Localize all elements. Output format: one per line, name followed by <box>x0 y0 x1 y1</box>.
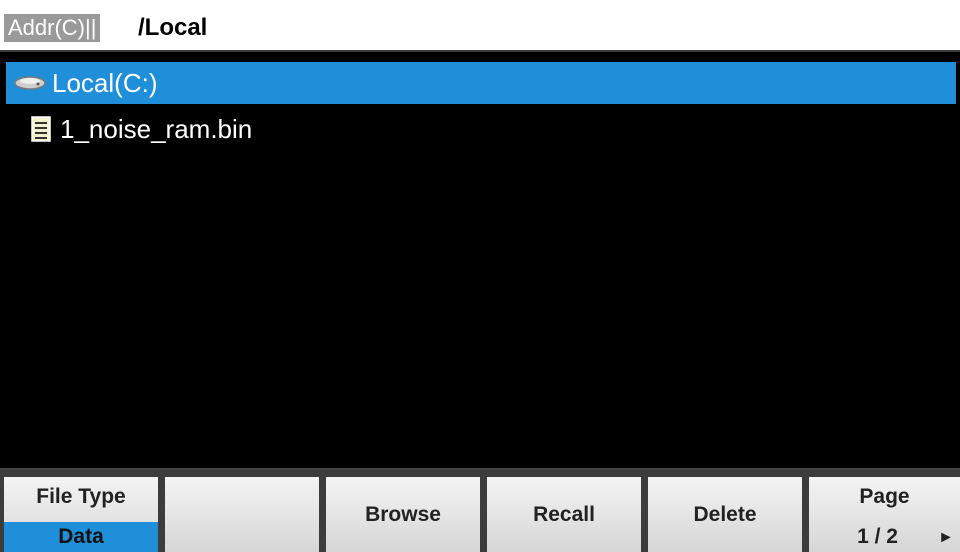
address-path: /Local <box>138 14 208 41</box>
file-label: 1_noise_ram.bin <box>60 114 253 144</box>
browse-label: Browse <box>365 503 441 526</box>
next-page-arrow-icon: ► <box>938 529 954 546</box>
delete-button[interactable]: Delete <box>648 477 802 552</box>
browse-button[interactable]: Browse <box>326 477 480 552</box>
softkey-menu: File Type Data Browse Recall Delete Page… <box>0 470 960 552</box>
address-label: Addr(C)|| <box>4 14 101 42</box>
file-icon <box>30 108 54 150</box>
delete-label: Delete <box>693 503 757 526</box>
page-label: Page <box>859 485 910 508</box>
page-button[interactable]: Page 1 / 2 ► <box>809 477 960 552</box>
address-bar: Addr(C)|| /Local <box>0 0 960 52</box>
list-item-local-drive[interactable]: Local(C:) <box>6 62 956 104</box>
drive-icon <box>12 62 48 104</box>
list-item-file[interactable]: 1_noise_ram.bin <box>6 108 956 150</box>
recall-button[interactable]: Recall <box>487 477 641 552</box>
file-type-button[interactable]: File Type Data <box>4 477 158 552</box>
file-type-value: Data <box>4 522 158 552</box>
file-list: Local(C:) 1_noise_ram.bin <box>6 56 956 466</box>
blank-button[interactable] <box>165 477 319 552</box>
recall-label: Recall <box>533 503 595 526</box>
file-type-label: File Type <box>36 485 126 508</box>
drive-label: Local(C:) <box>52 68 158 98</box>
